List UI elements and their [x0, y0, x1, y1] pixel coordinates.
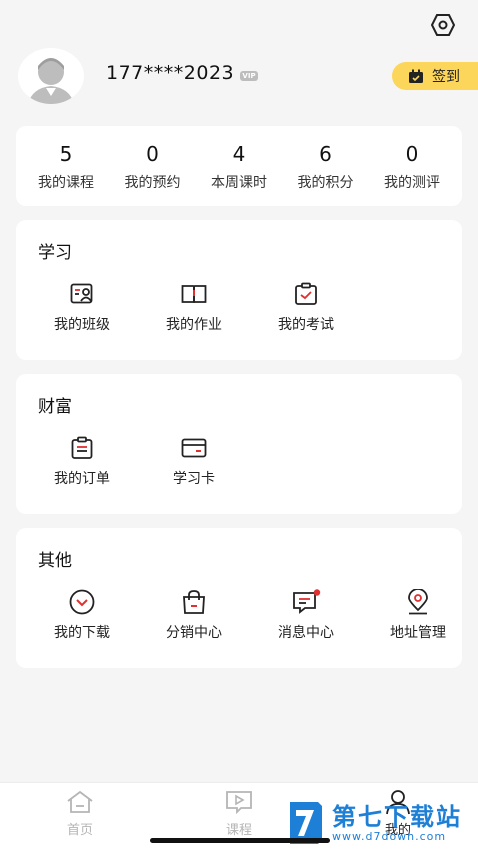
message-center-item[interactable]: 消息中心: [250, 589, 362, 642]
home-icon: [40, 789, 120, 815]
class-icon: [26, 282, 138, 306]
shopping-bag-icon: [138, 590, 250, 614]
other-section: 其他 我的下载 分销中心 消息中心 地址管理: [16, 528, 462, 668]
section-title: 财富: [38, 397, 72, 417]
distribution-center-item[interactable]: 分销中心: [138, 590, 250, 642]
item-label: 消息中心: [278, 625, 334, 641]
section-title: 其他: [38, 551, 72, 571]
item-label: 分销中心: [166, 625, 222, 641]
tab-label: 课程: [225, 823, 252, 838]
stat-value: 4: [232, 142, 246, 166]
stats-card: 5 我的课程 0 我的预约 4 本周课时 6 我的积分 0 我的测评: [16, 126, 462, 206]
my-downloads-item[interactable]: 我的下载: [26, 589, 138, 642]
my-exam-item[interactable]: 我的考试: [250, 282, 362, 334]
stat-label: 本周课时: [211, 175, 267, 191]
avatar[interactable]: [18, 48, 84, 104]
profile-header: 177****2023 VIP 签到: [18, 48, 478, 106]
settings-hexagon-icon[interactable]: [430, 12, 456, 38]
course-play-icon: [199, 789, 279, 815]
stat-label: 我的积分: [297, 175, 354, 191]
wealth-section: 财富 我的订单 学习卡: [16, 374, 462, 514]
tab-home[interactable]: 首页: [40, 789, 120, 838]
my-class-item[interactable]: 我的班级: [26, 282, 138, 334]
order-icon: [26, 436, 138, 460]
checkin-label: 签到: [432, 69, 460, 85]
item-label: 我的考试: [278, 317, 334, 333]
address-management-item[interactable]: 地址管理: [362, 589, 474, 642]
watermark-url: www.d7down.com: [332, 829, 447, 843]
study-card-item[interactable]: 学习卡: [138, 436, 250, 488]
tab-label: 首页: [66, 823, 93, 838]
item-label: 地址管理: [390, 625, 446, 641]
vip-badge: VIP: [240, 71, 258, 81]
exam-clipboard-icon: [250, 282, 362, 306]
message-icon: [250, 589, 362, 614]
stat-my-courses[interactable]: 5 我的课程: [26, 126, 106, 206]
item-label: 我的下载: [54, 625, 110, 641]
stat-value: 0: [405, 142, 419, 166]
stat-value: 5: [59, 142, 73, 166]
stat-label: 我的预约: [124, 175, 181, 191]
home-indicator: [150, 838, 330, 843]
stat-weekly-hours[interactable]: 4 本周课时: [199, 126, 279, 206]
location-icon: [362, 589, 474, 615]
study-section: 学习 我的班级 我的作业 我的考试: [16, 220, 462, 360]
stat-label: 我的课程: [38, 175, 94, 191]
section-title: 学习: [38, 243, 72, 263]
stat-value: 6: [319, 142, 332, 166]
stat-value: 0: [146, 142, 159, 166]
stat-my-appointments[interactable]: 0 我的预约: [113, 126, 193, 206]
watermark-title: 第七下载站: [332, 802, 462, 831]
item-label: 学习卡: [173, 471, 215, 487]
stat-my-points[interactable]: 6 我的积分: [286, 126, 366, 206]
my-orders-item[interactable]: 我的订单: [26, 436, 138, 488]
homework-book-icon: [138, 282, 250, 306]
card-icon: [138, 436, 250, 460]
item-label: 我的作业: [166, 317, 222, 333]
stat-label: 我的测评: [384, 175, 440, 191]
my-homework-item[interactable]: 我的作业: [138, 282, 250, 334]
download-icon: [26, 589, 138, 615]
checkin-button[interactable]: 签到: [392, 62, 478, 90]
stat-my-assessments[interactable]: 0 我的测评: [372, 126, 452, 206]
calendar-icon: [409, 69, 423, 83]
username: 177****2023: [106, 62, 235, 84]
tab-course[interactable]: 课程: [199, 789, 279, 838]
item-label: 我的订单: [54, 471, 110, 487]
item-label: 我的班级: [54, 317, 110, 333]
